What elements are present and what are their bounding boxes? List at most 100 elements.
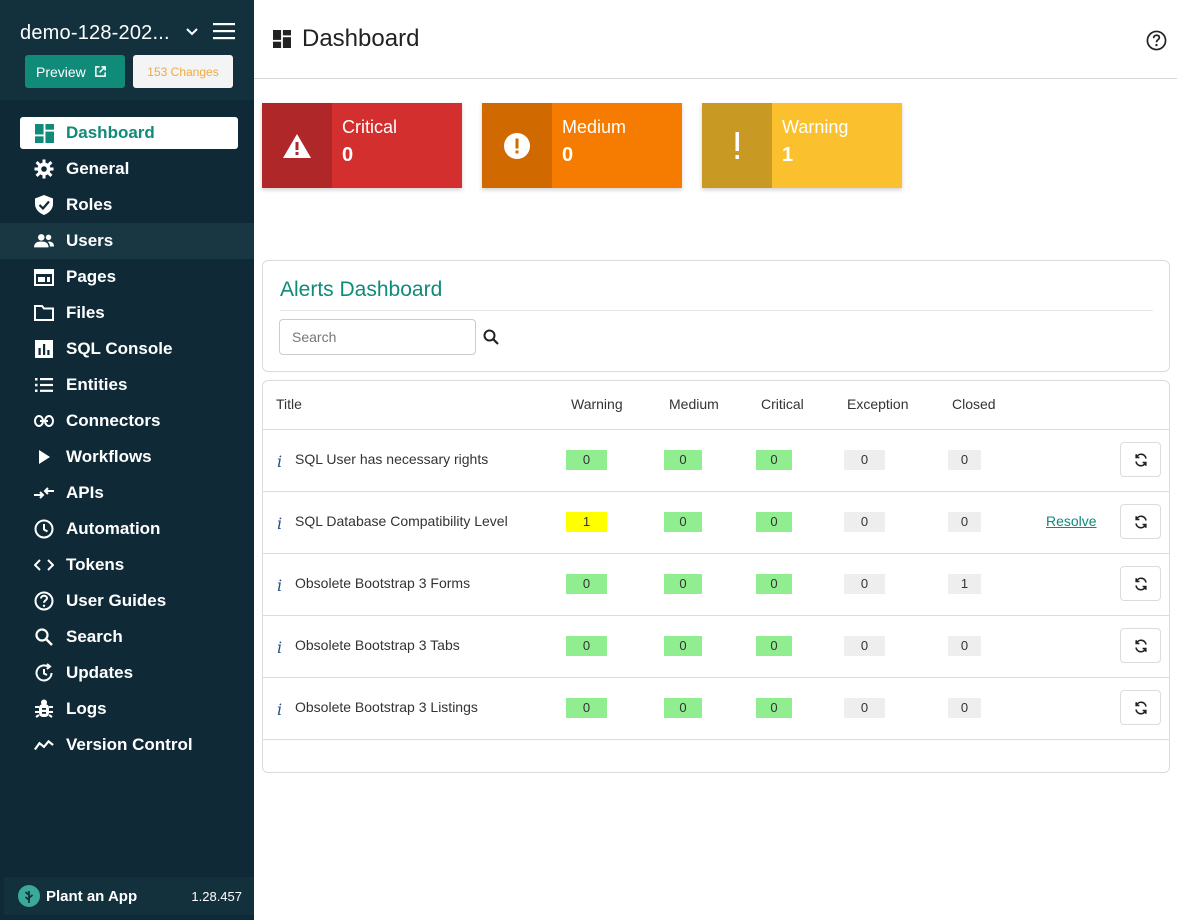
refresh-button[interactable] (1120, 442, 1161, 477)
page-window-icon (34, 267, 54, 287)
sidebar-item-workflows[interactable]: Workflows (0, 439, 254, 475)
sidebar-item-label: Automation (66, 519, 161, 538)
sidebar-item-label: Files (66, 303, 105, 322)
info-icon[interactable]: i (277, 576, 282, 595)
warning-count: 0 (566, 636, 607, 656)
sidebar-item-pages[interactable]: Pages (0, 259, 254, 295)
refresh-icon (1134, 514, 1147, 529)
hamburger-menu-icon[interactable] (213, 22, 235, 40)
link-icon (34, 411, 54, 431)
help-circle-icon (34, 591, 54, 611)
sidebar: demo-128-202... Preview 153 Changes Dash… (0, 0, 254, 920)
info-icon[interactable]: i (277, 452, 282, 471)
dashboard-icon (273, 30, 291, 48)
row-title: Obsolete Bootstrap 3 Tabs (295, 637, 460, 653)
medium-count: 0 (664, 636, 702, 656)
search-input[interactable] (279, 319, 476, 355)
column-header-medium: Medium (669, 396, 719, 412)
refresh-icon (1134, 638, 1147, 653)
sidebar-item-updates[interactable]: Updates (0, 655, 254, 691)
refresh-button[interactable] (1120, 566, 1161, 601)
info-icon[interactable]: i (277, 638, 282, 657)
help-icon[interactable] (1146, 30, 1167, 51)
medium-count: 0 (664, 698, 702, 718)
critical-count: 0 (756, 698, 792, 718)
alerts-panel: Alerts Dashboard (262, 260, 1170, 372)
card-value: 0 (562, 144, 574, 166)
critical-count: 0 (756, 450, 792, 470)
refresh-button[interactable] (1120, 628, 1161, 663)
sidebar-item-label: General (66, 159, 130, 178)
column-header-critical: Critical (761, 396, 804, 412)
table-header: Title Warning Medium Critical Exception … (263, 381, 1169, 430)
sidebar-item-roles[interactable]: Roles (0, 187, 254, 223)
sidebar-nav: Dashboard General Roles Users Pages File… (0, 115, 254, 763)
card-label: Critical (342, 117, 398, 137)
sidebar-footer: Plant an App 1.28.457 (4, 877, 254, 915)
search-icon[interactable] (483, 329, 499, 345)
exception-count: 0 (844, 698, 885, 718)
play-icon (34, 447, 54, 467)
sidebar-item-tokens[interactable]: Tokens (0, 547, 254, 583)
users-icon (34, 231, 54, 251)
resolve-link[interactable]: Resolve (1046, 513, 1097, 529)
preview-button[interactable]: Preview (25, 55, 125, 88)
sidebar-item-sql-console[interactable]: SQL Console (0, 331, 254, 367)
sidebar-item-automation[interactable]: Automation (0, 511, 254, 547)
row-title: SQL Database Compatibility Level (295, 513, 508, 529)
warning-count: 0 (566, 698, 607, 718)
sidebar-item-user-guides[interactable]: User Guides (0, 583, 254, 619)
sidebar-item-apis[interactable]: APIs (0, 475, 254, 511)
sidebar-item-search[interactable]: Search (0, 619, 254, 655)
sidebar-item-users[interactable]: Users (0, 223, 254, 259)
sidebar-item-label: SQL Console (66, 339, 173, 358)
sidebar-item-files[interactable]: Files (0, 295, 254, 331)
closed-count: 0 (948, 450, 981, 470)
warning-card[interactable]: Warning 1 (702, 103, 902, 188)
critical-count: 0 (756, 512, 792, 532)
divider (280, 310, 1153, 311)
table-row: i Obsolete Bootstrap 3 Forms 0 0 0 0 1 (263, 554, 1169, 616)
brand-name: Plant an App (46, 887, 138, 905)
sidebar-item-version-control[interactable]: Version Control (0, 727, 254, 763)
sidebar-item-label: Roles (66, 195, 113, 214)
chevron-down-icon[interactable] (184, 24, 200, 40)
sidebar-item-label: Logs (66, 699, 107, 718)
plant-logo-icon (18, 885, 40, 907)
info-icon[interactable]: i (277, 700, 282, 719)
changes-button[interactable]: 153 Changes (133, 55, 233, 88)
update-icon (34, 663, 54, 683)
sidebar-item-entities[interactable]: Entities (0, 367, 254, 403)
critical-card[interactable]: Critical 0 (262, 103, 462, 188)
sidebar-item-label: Connectors (66, 411, 161, 430)
sidebar-item-label: Version Control (66, 735, 193, 754)
sidebar-item-label: Tokens (66, 555, 125, 574)
sidebar-item-label: Users (66, 231, 114, 250)
info-icon[interactable]: i (277, 514, 282, 533)
sidebar-item-general[interactable]: General (0, 151, 254, 187)
card-label: Medium (562, 117, 627, 137)
column-header-closed: Closed (952, 396, 996, 412)
medium-count: 0 (664, 512, 702, 532)
column-header-exception: Exception (847, 396, 909, 412)
warning-triangle-icon (283, 133, 311, 158)
card-label: Warning (782, 117, 849, 137)
sidebar-item-dashboard[interactable]: Dashboard (0, 115, 254, 151)
closed-count: 0 (948, 512, 981, 532)
sidebar-item-connectors[interactable]: Connectors (0, 403, 254, 439)
refresh-button[interactable] (1120, 690, 1161, 725)
column-header-warning: Warning (571, 396, 623, 412)
sidebar-item-label: APIs (66, 483, 104, 502)
table-row: i Obsolete Bootstrap 3 Tabs 0 0 0 0 0 (263, 616, 1169, 678)
sidebar-item-logs[interactable]: Logs (0, 691, 254, 727)
row-title: Obsolete Bootstrap 3 Listings (295, 699, 478, 715)
version-label: 1.28.457 (191, 888, 242, 904)
page-title: Dashboard (302, 25, 420, 52)
medium-card[interactable]: Medium 0 (482, 103, 682, 188)
medium-count: 0 (664, 450, 702, 470)
card-value: 0 (342, 144, 354, 166)
site-name[interactable]: demo-128-202... (20, 22, 180, 45)
warning-count: 1 (566, 512, 607, 532)
gear-icon (34, 159, 54, 179)
refresh-button[interactable] (1120, 504, 1161, 539)
